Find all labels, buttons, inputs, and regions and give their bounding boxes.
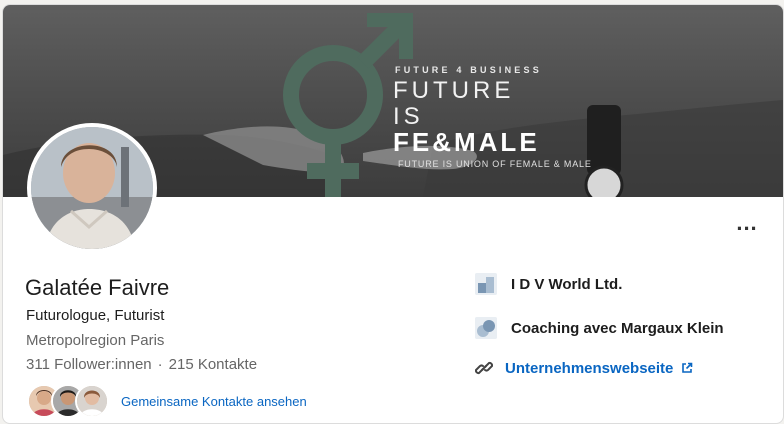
banner-title-line1: FUTURE [393, 77, 515, 104]
profile-card: FUTURE 4 BUSINESS FUTURE IS FE&MALE FUTU… [2, 4, 784, 424]
banner-tagline: FUTURE IS UNION OF FEMALE & MALE [398, 159, 592, 169]
more-button[interactable]: ... [731, 209, 763, 237]
avatar-photo-icon [31, 127, 153, 249]
coaching-item[interactable]: Coaching avec Margaux Klein [475, 317, 724, 339]
external-link-icon [682, 362, 693, 373]
profile-name: Galatée Faivre [25, 275, 170, 300]
website-link[interactable]: Unternehmenswebseite [505, 360, 673, 377]
company-item[interactable]: I D V World Ltd. [475, 273, 622, 295]
profile-location: Metropolregion Paris [26, 332, 165, 349]
mutual-avatar-3 [75, 384, 109, 418]
followers-count[interactable]: 311 Follower:innen [26, 356, 152, 373]
coaching-name: Coaching avec Margaux Klein [511, 319, 724, 337]
profile-headline: Futurologue, Futurist [26, 307, 165, 324]
coaching-logo-icon [475, 317, 497, 339]
mutual-connections[interactable]: Gemeinsame Kontakte ansehen [27, 384, 307, 418]
website-item[interactable]: Unternehmenswebseite [475, 359, 693, 377]
banner-overline: FUTURE 4 BUSINESS [395, 65, 542, 75]
profile-avatar[interactable] [27, 123, 157, 253]
profile-stats: 311 Follower:innen · 215 Kontakte [26, 356, 257, 373]
company-logo-icon [475, 273, 497, 295]
company-name: I D V World Ltd. [511, 275, 623, 293]
banner-title-line3: FE&MALE [393, 127, 540, 157]
mutual-avatar-3-icon [77, 386, 107, 416]
link-icon [475, 361, 493, 375]
stats-separator: · [157, 356, 163, 373]
connections-count[interactable]: 215 Kontakte [169, 356, 257, 373]
more-icon: ... [736, 210, 758, 235]
mutual-connections-link[interactable]: Gemeinsame Kontakte ansehen [121, 394, 307, 409]
